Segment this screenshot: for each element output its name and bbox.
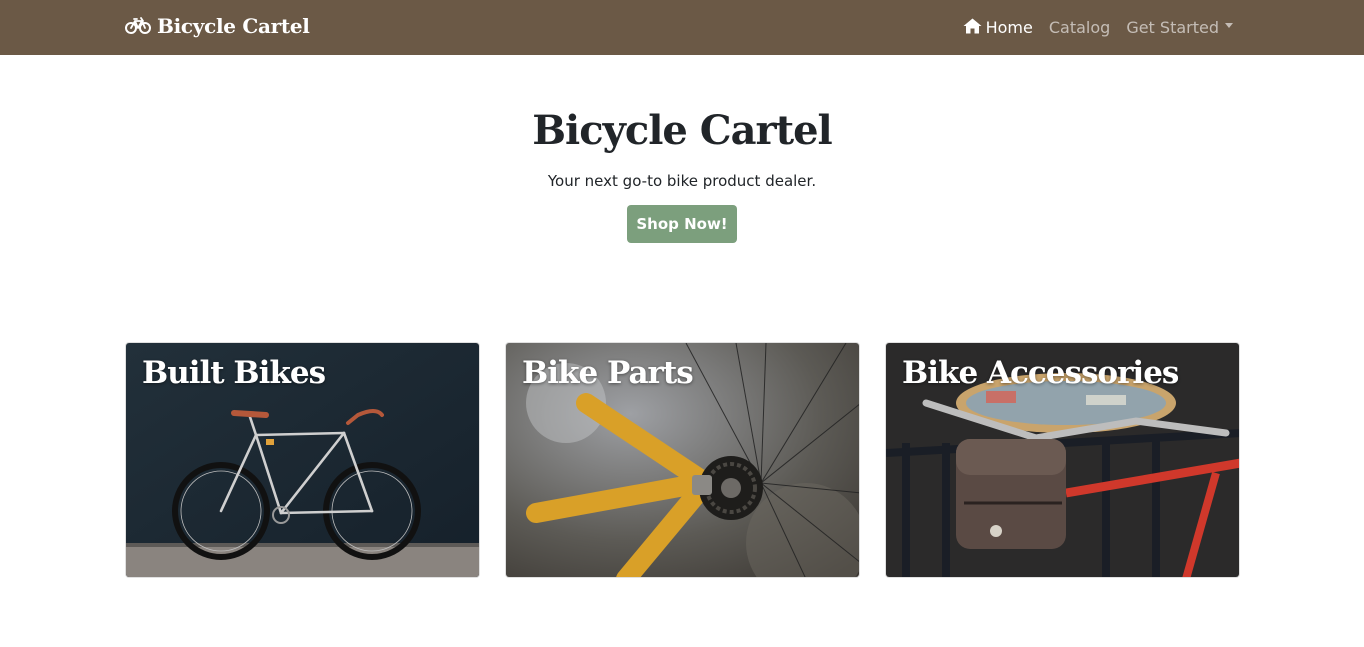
home-icon (963, 18, 982, 38)
card-title-built-bikes: Built Bikes (142, 355, 326, 391)
hero-tagline: Your next go-to bike product dealer. (547, 172, 817, 190)
shop-now-button[interactable]: Shop Now! (627, 205, 737, 243)
nav-get-started-dropdown[interactable]: Get Started (1126, 18, 1233, 37)
card-title-bike-parts: Bike Parts (522, 355, 694, 391)
hero: Bicycle Cartel Your next go-to bike prod… (0, 55, 1364, 243)
nav-home[interactable]: Home (963, 18, 1033, 38)
brand-link[interactable]: Bicycle Cartel (125, 12, 310, 40)
category-card-bike-accessories[interactable]: Bike Accessories (885, 342, 1240, 578)
category-card-built-bikes[interactable]: Built Bikes (125, 342, 480, 578)
bicycle-icon (125, 17, 151, 35)
nav-links: Home Catalog Get Started (963, 0, 1233, 55)
nav-catalog[interactable]: Catalog (1049, 18, 1110, 37)
nav-home-label: Home (985, 18, 1033, 37)
navbar: Bicycle Cartel Home Catalog Get Started (0, 0, 1364, 55)
caret-down-icon (1225, 23, 1233, 28)
nav-get-started-label: Get Started (1126, 18, 1219, 37)
category-card-bike-parts[interactable]: Bike Parts (505, 342, 860, 578)
card-title-bike-accessories: Bike Accessories (902, 355, 1179, 391)
nav-catalog-label: Catalog (1048, 18, 1111, 37)
brand-name: Bicycle Cartel (157, 14, 310, 38)
hero-title: Bicycle Cartel (532, 107, 832, 154)
